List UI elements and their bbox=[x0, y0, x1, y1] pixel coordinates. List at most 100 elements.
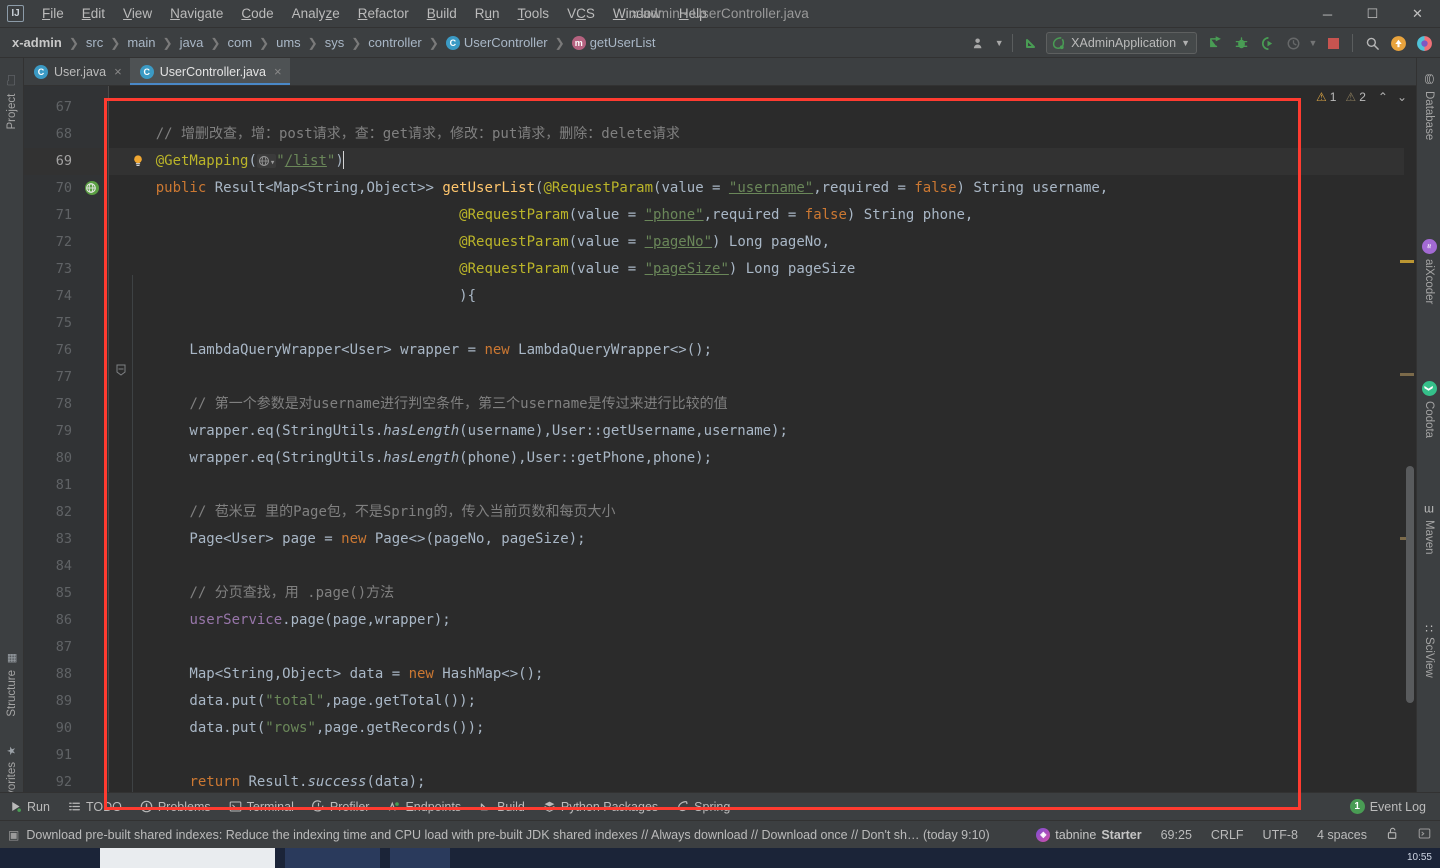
tool-window-sciview[interactable]: ∷ SciView bbox=[1417, 618, 1440, 683]
caret-position[interactable]: 69:25 bbox=[1158, 826, 1195, 844]
editor-tab-usercontroller-java[interactable]: C UserController.java × bbox=[129, 58, 290, 85]
editor-gutter[interactable]: 67 68 69 70 71 72 73 74 75 76 77 78 79 80 81 82 83 84 85 86… bbox=[24, 86, 142, 820]
code-line[interactable]: ){ bbox=[109, 283, 1416, 310]
line-number[interactable]: 71 bbox=[24, 202, 109, 229]
minimize-button[interactable]: ─ bbox=[1305, 0, 1350, 28]
menu-navigate[interactable]: Navigate bbox=[161, 2, 232, 25]
status-message-area[interactable]: ▣ Download pre-built shared indexes: Red… bbox=[0, 828, 990, 842]
web-reference-hint-icon[interactable]: ▾ bbox=[256, 154, 277, 168]
line-number[interactable]: 67 bbox=[24, 94, 109, 121]
tool-window-aixcoder[interactable]: ≈ aiXcoder bbox=[1417, 233, 1440, 310]
run-with-coverage-button[interactable] bbox=[1255, 31, 1279, 55]
line-number[interactable]: 73 bbox=[24, 256, 109, 283]
line-separator[interactable]: CRLF bbox=[1208, 826, 1247, 844]
stripe-warning-mark[interactable] bbox=[1400, 260, 1414, 263]
code-line[interactable]: LambdaQueryWrapper<User> wrapper = new L… bbox=[109, 337, 1416, 364]
code-line[interactable] bbox=[109, 742, 1416, 769]
editor-scrollbar-thumb[interactable] bbox=[1406, 466, 1414, 703]
menu-run[interactable]: Run bbox=[466, 2, 509, 25]
menu-file[interactable]: File bbox=[33, 2, 73, 25]
menu-vcs[interactable]: VCS bbox=[558, 2, 604, 25]
close-button[interactable]: ✕ bbox=[1395, 0, 1440, 28]
indent-setting[interactable]: 4 spaces bbox=[1314, 826, 1370, 844]
line-number[interactable]: 80 bbox=[24, 445, 109, 472]
file-encoding[interactable]: UTF-8 bbox=[1260, 826, 1301, 844]
bottom-tool-terminal[interactable]: Terminal bbox=[220, 793, 303, 821]
line-number[interactable]: 68 bbox=[24, 121, 109, 148]
search-everywhere-icon[interactable] bbox=[1360, 31, 1384, 55]
request-mapping-globe-icon[interactable] bbox=[84, 180, 100, 196]
menu-help[interactable]: Help bbox=[670, 2, 716, 25]
code-content[interactable]: // 增删改查，增：post请求，查：get请求，修改：put请求，删除：del… bbox=[109, 86, 1416, 820]
menu-view[interactable]: View bbox=[114, 2, 161, 25]
line-number[interactable]: 89 bbox=[24, 688, 109, 715]
menu-tools[interactable]: Tools bbox=[509, 2, 559, 25]
code-line[interactable] bbox=[109, 472, 1416, 499]
code-line[interactable] bbox=[109, 94, 1416, 121]
line-number[interactable]: 69 bbox=[24, 148, 109, 175]
line-number[interactable]: 85 bbox=[24, 580, 109, 607]
code-line[interactable]: data.put("rows",page.getRecords()); bbox=[109, 715, 1416, 742]
event-log-button[interactable]: 1 Event Log bbox=[1344, 797, 1432, 816]
bottom-tool-run[interactable]: Run bbox=[0, 793, 59, 821]
code-line[interactable]: // 苞米豆 里的Page包，不是Spring的，传入当前页数和每页大小 bbox=[109, 499, 1416, 526]
error-stripe[interactable] bbox=[1404, 86, 1416, 820]
next-problem-icon[interactable]: ⌄ bbox=[1394, 90, 1410, 104]
debug-button[interactable] bbox=[1229, 31, 1253, 55]
line-number[interactable]: 87 bbox=[24, 634, 109, 661]
close-tab-icon[interactable]: × bbox=[114, 64, 122, 79]
terminal-status-icon[interactable] bbox=[1415, 825, 1434, 845]
code-line[interactable]: @RequestParam(value = "pageSize") Long p… bbox=[109, 256, 1416, 283]
user-settings-icon[interactable] bbox=[967, 31, 991, 55]
line-number[interactable]: 90 bbox=[24, 715, 109, 742]
breadcrumb-item-controller[interactable]: controller bbox=[365, 34, 424, 51]
profile-button[interactable] bbox=[1281, 31, 1305, 55]
line-number[interactable]: 91 bbox=[24, 742, 109, 769]
menu-analyze[interactable]: Analyze bbox=[283, 2, 349, 25]
maximize-button[interactable]: ☐ bbox=[1350, 0, 1395, 28]
menu-code[interactable]: Code bbox=[232, 2, 282, 25]
chevron-down-icon[interactable]: ▼ bbox=[993, 31, 1005, 55]
breadcrumb-item-usercontroller[interactable]: C UserController bbox=[443, 34, 551, 51]
taskbar-window-item[interactable] bbox=[285, 848, 380, 868]
close-tab-icon[interactable]: × bbox=[274, 64, 282, 79]
bottom-tool-endpoints[interactable]: Endpoints bbox=[378, 793, 470, 821]
warning-count-group[interactable]: ⚠ 1 bbox=[1316, 90, 1336, 104]
code-line[interactable] bbox=[109, 364, 1416, 391]
code-line[interactable]: Page<User> page = new Page<>(pageNo, pag… bbox=[109, 526, 1416, 553]
breadcrumb-item-main[interactable]: main bbox=[124, 34, 158, 51]
breadcrumb-item-ums[interactable]: ums bbox=[273, 34, 304, 51]
plugin-icon[interactable] bbox=[1412, 31, 1436, 55]
line-number[interactable]: 88 bbox=[24, 661, 109, 688]
code-line[interactable]: public Result<Map<String,Object>> getUse… bbox=[109, 175, 1416, 202]
line-number[interactable]: 81 bbox=[24, 472, 109, 499]
line-number[interactable]: 82 bbox=[24, 499, 109, 526]
breadcrumb-item-java[interactable]: java bbox=[177, 34, 207, 51]
menu-window[interactable]: Window bbox=[604, 2, 670, 25]
previous-problem-icon[interactable]: ⌃ bbox=[1375, 90, 1391, 104]
breadcrumb-item-getuserlist[interactable]: m getUserList bbox=[569, 34, 659, 51]
bottom-tool-python-packages[interactable]: Python Packages bbox=[534, 793, 667, 821]
line-number[interactable]: 78 bbox=[24, 391, 109, 418]
tool-window-maven[interactable]: m Maven bbox=[1417, 499, 1440, 561]
taskbar-window-item[interactable] bbox=[100, 848, 275, 868]
code-line[interactable]: @RequestParam(value = "phone",required =… bbox=[109, 202, 1416, 229]
unlocked-icon[interactable] bbox=[1383, 825, 1402, 845]
bottom-tool-problems[interactable]: Problems bbox=[131, 793, 220, 821]
code-line[interactable] bbox=[109, 310, 1416, 337]
intention-bulb-icon[interactable] bbox=[130, 153, 146, 169]
code-line[interactable]: // 增删改查，增：post请求，查：get请求，修改：put请求，删除：del… bbox=[109, 121, 1416, 148]
notifications-icon[interactable] bbox=[1386, 31, 1410, 55]
chevron-down-icon[interactable]: ▼ bbox=[1307, 31, 1319, 55]
code-editor[interactable]: 67 68 69 70 71 72 73 74 75 76 77 78 79 80 81 82 83 84 85 86… bbox=[24, 86, 1416, 820]
code-line[interactable]: // 第一个参数是对username进行判空条件，第三个username是传过来… bbox=[109, 391, 1416, 418]
tool-window-database[interactable]: ⛁ Database bbox=[1417, 66, 1440, 146]
code-line[interactable]: @GetMapping(▾"/list") bbox=[109, 148, 1416, 175]
bottom-tool-spring[interactable]: Spring bbox=[667, 793, 739, 821]
code-line[interactable]: // 分页查找，用 .page()方法 bbox=[109, 580, 1416, 607]
line-number[interactable]: 84 bbox=[24, 553, 109, 580]
code-line[interactable]: wrapper.eq(StringUtils.hasLength(phone),… bbox=[109, 445, 1416, 472]
tool-window-project[interactable]: Project 🗀 bbox=[0, 64, 24, 136]
code-line[interactable]: userService.page(page,wrapper); bbox=[109, 607, 1416, 634]
run-button[interactable] bbox=[1203, 31, 1227, 55]
